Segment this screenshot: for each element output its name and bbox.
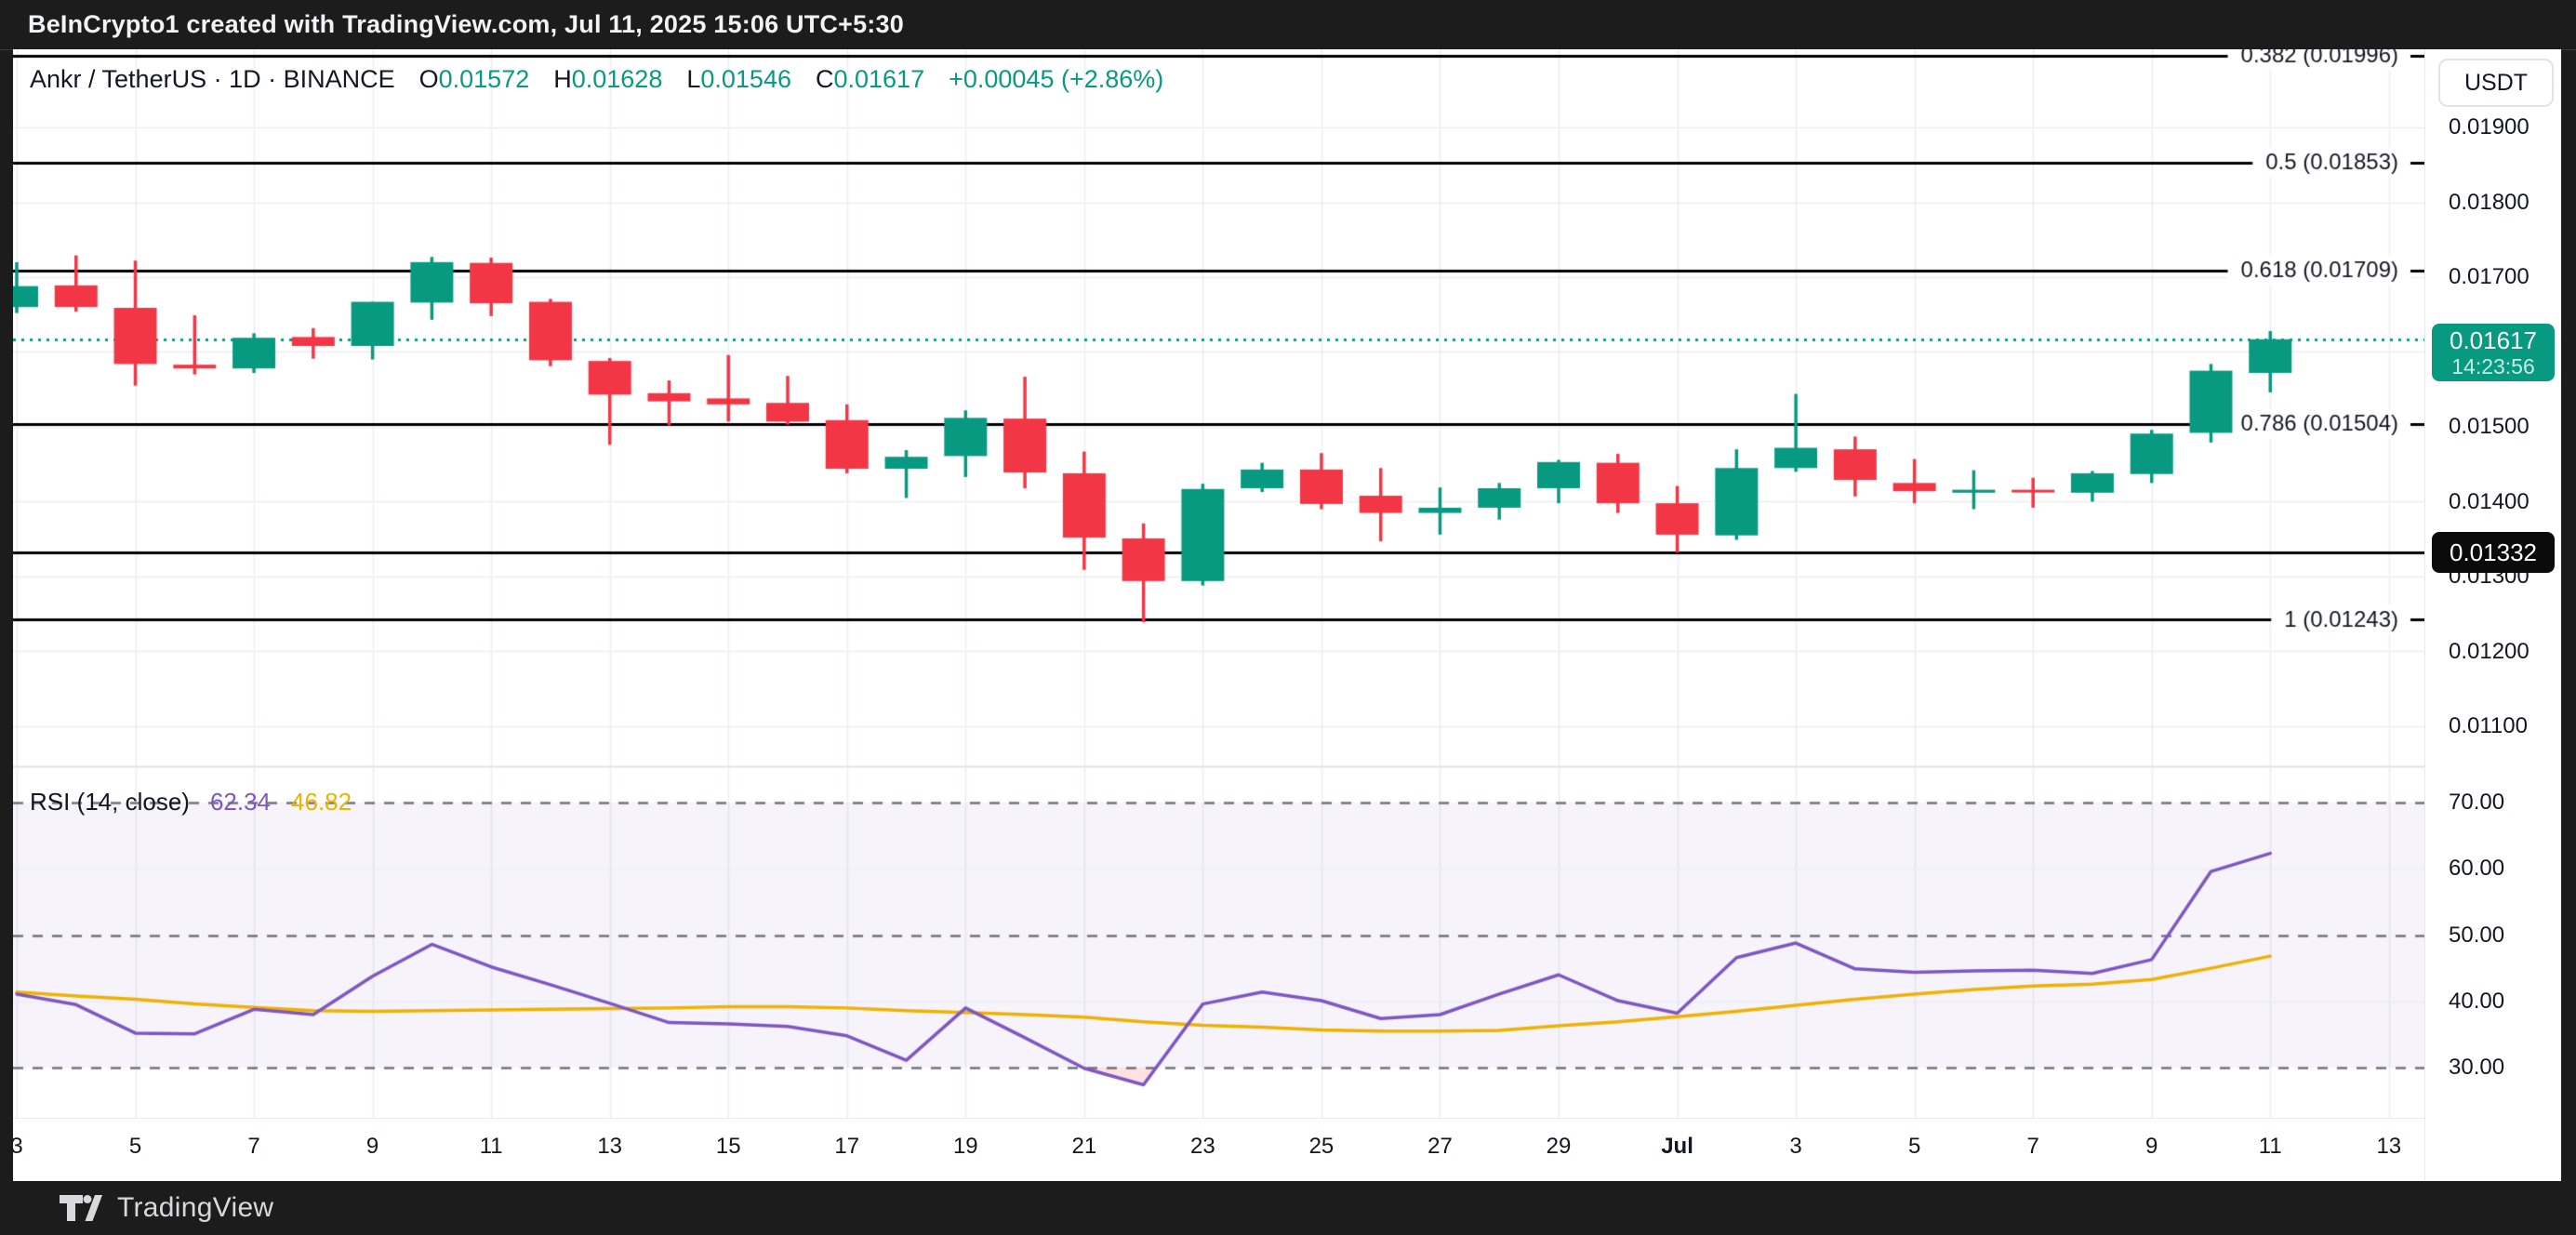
price-axis-label: 0.01700 <box>2449 264 2530 290</box>
time-axis-label: 5 <box>129 1134 141 1160</box>
level-price-badge: 0.01332 <box>2432 532 2555 573</box>
ohlc-close: C0.01617 <box>816 65 924 94</box>
current-price-badge: 0.01617 14:23:56 <box>2432 324 2555 381</box>
rsi-axis-label: 50.00 <box>2449 923 2504 949</box>
rsi-legend: RSI (14, close) 62.34 46.82 <box>30 788 352 817</box>
rsi-axis-label: 40.00 <box>2449 989 2504 1015</box>
footer-bar: TradingView <box>0 1181 2576 1235</box>
time-axis-label: 29 <box>1547 1134 1572 1160</box>
time-axis-label: 9 <box>2145 1134 2158 1160</box>
time-axis-label: 7 <box>2026 1134 2038 1160</box>
rsi-ma-value: 46.82 <box>291 788 352 817</box>
time-axis-label: 5 <box>1908 1134 1920 1160</box>
price-axis-label: 0.01200 <box>2449 639 2530 665</box>
time-axis-label: 3 <box>10 1134 22 1160</box>
ohlc-high: H0.01628 <box>553 65 662 94</box>
time-axis[interactable]: 3 5 7 9 11 13 15 17 19 21 23 25 27 29 Jul 3 5 7 9 11 13 <box>13 1118 2424 1182</box>
currency-button[interactable]: USDT <box>2438 59 2554 107</box>
tradingview-logo-icon[interactable] <box>60 1195 102 1221</box>
rsi-title[interactable]: RSI (14, close) <box>30 788 190 817</box>
time-axis-label: 27 <box>1427 1134 1453 1160</box>
time-axis-label: 23 <box>1190 1134 1215 1160</box>
time-axis-label: 11 <box>480 1134 503 1160</box>
tradingview-snapshot: BeInCrypto1 created with TradingView.com… <box>0 0 2576 1235</box>
price-axis-label: 0.01500 <box>2449 414 2530 440</box>
header-bar: BeInCrypto1 created with TradingView.com… <box>0 0 2576 50</box>
price-axis-label: 0.01100 <box>2449 713 2528 739</box>
time-axis-label: 3 <box>1789 1134 1801 1160</box>
time-axis-label: 15 <box>716 1134 741 1160</box>
time-axis-label: 13 <box>2376 1134 2401 1160</box>
price-axis-label: 0.01900 <box>2449 114 2530 140</box>
chart-area: Ankr / TetherUS · 1D · BINANCE O0.01572 … <box>13 49 2560 1181</box>
footer-brand[interactable]: TradingView <box>117 1192 273 1224</box>
time-axis-label: 9 <box>366 1134 378 1160</box>
rsi-axis-label: 70.00 <box>2449 790 2504 816</box>
rsi-axis-label: 60.00 <box>2449 856 2504 882</box>
change-value: +0.00045 (+2.86%) <box>949 65 1163 94</box>
time-axis-label: 11 <box>2259 1134 2282 1160</box>
time-axis-label: 17 <box>834 1134 859 1160</box>
price-axis[interactable]: USDT 0.01900 0.01800 0.01700 0.01500 0.01400… <box>2424 49 2561 1181</box>
symbol-legend: Ankr / TetherUS · 1D · BINANCE O0.01572 … <box>30 65 1163 94</box>
price-axis-label: 0.01800 <box>2449 190 2530 216</box>
rsi-axis-label: 30.00 <box>2449 1055 2504 1081</box>
rsi-value: 62.34 <box>210 788 271 817</box>
price-axis-label: 0.01400 <box>2449 489 2530 515</box>
time-axis-label: 7 <box>247 1134 259 1160</box>
header-title: BeInCrypto1 created with TradingView.com… <box>28 10 904 39</box>
time-axis-label: 19 <box>953 1134 978 1160</box>
time-axis-label: 13 <box>597 1134 622 1160</box>
current-price-value: 0.01617 <box>2432 326 2555 354</box>
time-axis-label: 21 <box>1072 1134 1097 1160</box>
chart-canvas[interactable] <box>13 49 2424 1118</box>
ohlc-open: O0.01572 <box>419 65 530 94</box>
bar-countdown: 14:23:56 <box>2432 354 2555 378</box>
ohlc-low: L0.01546 <box>686 65 791 94</box>
symbol-title[interactable]: Ankr / TetherUS · 1D · BINANCE <box>30 65 395 94</box>
time-axis-label: Jul <box>1661 1134 1693 1160</box>
time-axis-label: 25 <box>1309 1134 1334 1160</box>
